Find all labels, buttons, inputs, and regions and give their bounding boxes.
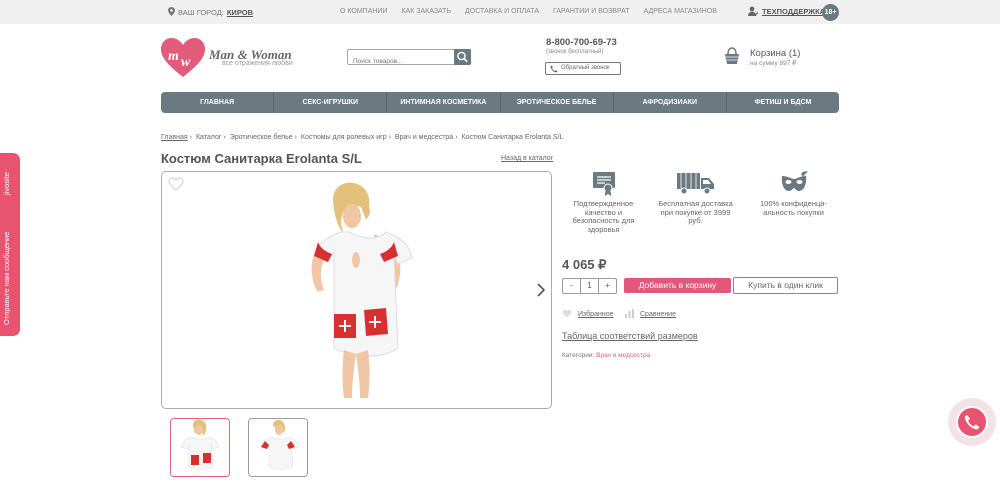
qty-plus-button[interactable]: +: [599, 279, 616, 293]
breadcrumb-catalog[interactable]: Каталог: [196, 134, 221, 141]
svg-text:m: m: [168, 49, 179, 64]
product-price: 4 065 ₽: [562, 257, 607, 272]
chat-brand: jivosite: [2, 172, 11, 195]
breadcrumb-current: Костюм Санитарка Erolanta S/L: [461, 134, 564, 141]
back-to-catalog-link[interactable]: Назад в каталог: [501, 155, 553, 162]
feature-delivery: Бесплатная доставка при покупке от 3999 …: [658, 170, 733, 226]
product-gallery: [161, 171, 552, 409]
phone-icon: [550, 65, 558, 73]
floating-call-button[interactable]: [948, 398, 996, 446]
city-value[interactable]: КИРОВ: [227, 8, 253, 17]
nav-item-lingerie[interactable]: ЭРОТИЧЕСКОЕ БЕЛЬЕ: [501, 92, 614, 113]
city-label: ВАШ ГОРОД:: [178, 8, 224, 17]
feature-privacy-text: 100% конфиденци-альность покупки: [760, 199, 827, 217]
mask-icon: [781, 171, 808, 191]
chat-tab-label: Отправьте нам сообщение: [2, 231, 11, 325]
category-label: Категории:: [562, 352, 595, 359]
top-bar: ВАШ ГОРОД: КИРОВ О КОМПАНИИ КАК ЗАКАЗАТЬ …: [0, 0, 1000, 24]
top-link-stores[interactable]: АДРЕСА МАГАЗИНОВ: [644, 8, 717, 15]
add-to-cart-button[interactable]: Добавить в корзину: [624, 278, 731, 293]
compare-link[interactable]: Сравнение: [625, 309, 676, 318]
breadcrumb-home[interactable]: Главная: [161, 134, 188, 141]
favorite-label: Избранное: [578, 311, 614, 318]
favorite-link[interactable]: Избранное: [562, 309, 613, 318]
main-nav: ГЛАВНАЯ СЕКС-ИГРУШКИ ИНТИМНАЯ КОСМЕТИКА …: [161, 92, 839, 113]
search-input[interactable]: [348, 54, 452, 69]
nav-item-fetish[interactable]: ФЕТИШ И БДСМ: [727, 92, 839, 113]
nav-item-cosmetics[interactable]: ИНТИМНАЯ КОСМЕТИКА: [387, 92, 501, 113]
thumbnail-1[interactable]: [170, 418, 230, 477]
breadcrumb-doctor-nurse[interactable]: Врач и медсестра: [395, 134, 453, 141]
nav-item-home[interactable]: ГЛАВНАЯ: [161, 92, 275, 113]
product-category: Категории: Врач и медсестра: [562, 352, 650, 359]
feature-quality-text: Подтвержденное качество и безопасность д…: [572, 199, 635, 234]
product-photo: [278, 180, 438, 402]
location-pin-icon: [168, 7, 175, 16]
heart-icon[interactable]: [168, 177, 184, 191]
search-button[interactable]: [454, 49, 471, 65]
truck-icon: [676, 173, 714, 195]
top-link-guarantees[interactable]: ГАРАНТИИ И ВОЗВРАТ: [553, 8, 630, 15]
phone-number[interactable]: 8-800-700-69-73: [546, 37, 617, 48]
cart-icon[interactable]: [722, 46, 742, 66]
support-link[interactable]: ТЕХПОДДЕРЖКА: [748, 6, 825, 16]
feature-privacy: 100% конфиденци-альность покупки: [756, 170, 831, 217]
feature-quality: Подтвержденное качество и безопасность д…: [566, 170, 641, 234]
logo-icon[interactable]: m w: [161, 38, 205, 78]
qty-minus-button[interactable]: -: [563, 279, 581, 293]
bar-chart-icon: [625, 309, 634, 318]
city-selector[interactable]: ВАШ ГОРОД: КИРОВ: [168, 7, 253, 17]
chat-side-tab[interactable]: jivosite Отправьте нам сообщение: [0, 153, 20, 336]
top-link-about[interactable]: О КОМПАНИИ: [340, 8, 387, 15]
svg-text:w: w: [181, 55, 191, 70]
callback-label: Обратный звонок: [561, 65, 610, 71]
top-link-how-to-order[interactable]: КАК ЗАКАЗАТЬ: [401, 8, 451, 15]
breadcrumb-lingerie[interactable]: Эротическое белье: [230, 134, 293, 141]
buy-one-click-button[interactable]: Купить в один клик: [733, 277, 838, 294]
callback-button[interactable]: Обратный звонок: [545, 62, 621, 75]
heart-icon: [562, 309, 572, 318]
page-title: Костюм Санитарка Erolanta S/L: [161, 151, 362, 166]
breadcrumb: Главная › Каталог › Эротическое белье › Кос…: [161, 134, 564, 141]
category-link[interactable]: Врач и медсестра: [596, 352, 650, 359]
chevron-right-icon[interactable]: [536, 282, 546, 298]
phone-note: (звонок бесплатный): [546, 49, 604, 55]
nav-item-toys[interactable]: СЕКС-ИГРУШКИ: [274, 92, 388, 113]
nav-item-aphrodisiacs[interactable]: АФРОДИЗИАКИ: [614, 92, 727, 113]
top-nav: О КОМПАНИИ КАК ЗАКАЗАТЬ ДОСТАВКА И ОПЛАТ…: [340, 8, 717, 15]
thumbnail-image: [249, 419, 307, 476]
search-icon: [457, 51, 468, 63]
support-label[interactable]: ТЕХПОДДЕРЖКА: [762, 7, 825, 16]
phone-icon: [964, 415, 980, 430]
certificate-icon: [592, 172, 615, 196]
user-icon: [748, 6, 758, 16]
breadcrumb-roleplay[interactable]: Костюмы для ролевых игр: [301, 134, 387, 141]
cart-sum: на сумму 897 ₽: [750, 60, 797, 67]
quantity-stepper: - 1 +: [562, 278, 617, 294]
logo-tagline: все отражения любви: [222, 60, 293, 67]
qty-value[interactable]: 1: [581, 279, 599, 293]
feature-delivery-text: Бесплатная доставка при покупке от 3999 …: [658, 199, 733, 225]
cart-title[interactable]: Корзина (1): [750, 48, 800, 59]
thumbnail-image: [171, 419, 229, 476]
top-link-delivery[interactable]: ДОСТАВКА И ОПЛАТА: [465, 8, 539, 15]
search-box: [347, 49, 471, 69]
compare-label: Сравнение: [640, 311, 676, 318]
call-button-inner: [956, 406, 988, 438]
size-table-link[interactable]: Таблица соответствий размеров: [562, 331, 698, 341]
thumbnail-2[interactable]: [248, 418, 308, 477]
age-badge: 18+: [822, 4, 839, 21]
